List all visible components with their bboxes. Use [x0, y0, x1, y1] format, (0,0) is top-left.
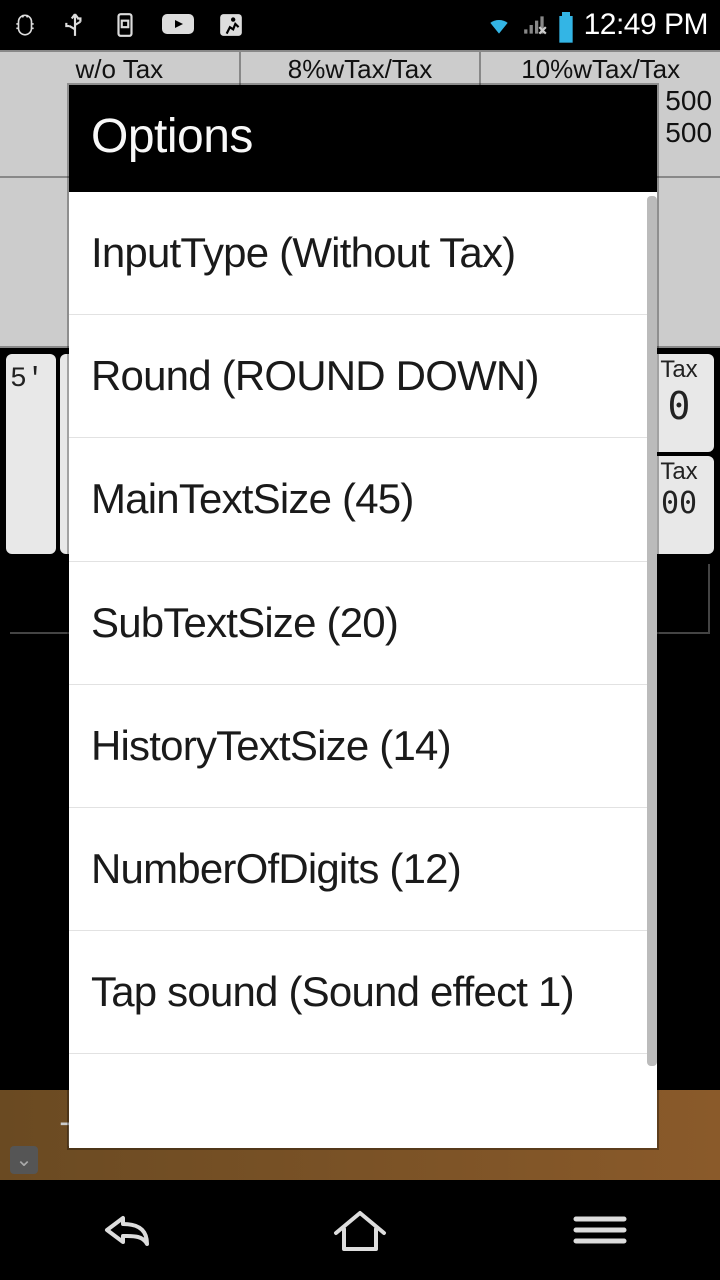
history-display: 5' [6, 354, 56, 554]
running-app-icon [218, 12, 244, 38]
android-debug-icon [12, 12, 38, 38]
chevron-down-icon: ⌄ [10, 1146, 38, 1174]
status-left-icons [12, 12, 244, 38]
tax-col-head: 8%wTax/Tax [241, 52, 480, 85]
options-dialog: Options InputType (Without Tax) Round (R… [69, 85, 657, 1148]
tax-col-head: w/o Tax [0, 52, 239, 85]
navigation-bar [0, 1180, 720, 1280]
option-sub-text-size[interactable]: SubTextSize (20) [69, 562, 657, 685]
option-number-of-digits[interactable]: NumberOfDigits (12) [69, 808, 657, 931]
battery-icon [558, 12, 574, 38]
option-input-type[interactable]: InputType (Without Tax) [69, 192, 657, 315]
scrollbar-thumb[interactable] [647, 196, 657, 1066]
status-right-icons: 12:49 PM [486, 8, 708, 42]
back-button[interactable] [60, 1200, 180, 1260]
option-round[interactable]: Round (ROUND DOWN) [69, 315, 657, 438]
option-tap-sound[interactable]: Tap sound (Sound effect 1) [69, 931, 657, 1054]
menu-button[interactable] [540, 1200, 660, 1260]
wifi-icon [486, 12, 512, 38]
dialog-title: Options [69, 85, 657, 192]
phone-card-icon [112, 12, 138, 38]
tax-col-head: 10%wTax/Tax [481, 52, 720, 85]
status-bar: 12:49 PM [0, 0, 720, 50]
signal-icon [522, 12, 548, 38]
clock-text: 12:49 PM [584, 8, 708, 42]
options-list[interactable]: InputType (Without Tax) Round (ROUND DOW… [69, 192, 657, 1148]
youtube-icon [162, 12, 194, 38]
option-history-text-size[interactable]: HistoryTextSize (14) [69, 685, 657, 808]
option-main-text-size[interactable]: MainTextSize (45) [69, 438, 657, 561]
home-button[interactable] [300, 1200, 420, 1260]
usb-icon [62, 12, 88, 38]
